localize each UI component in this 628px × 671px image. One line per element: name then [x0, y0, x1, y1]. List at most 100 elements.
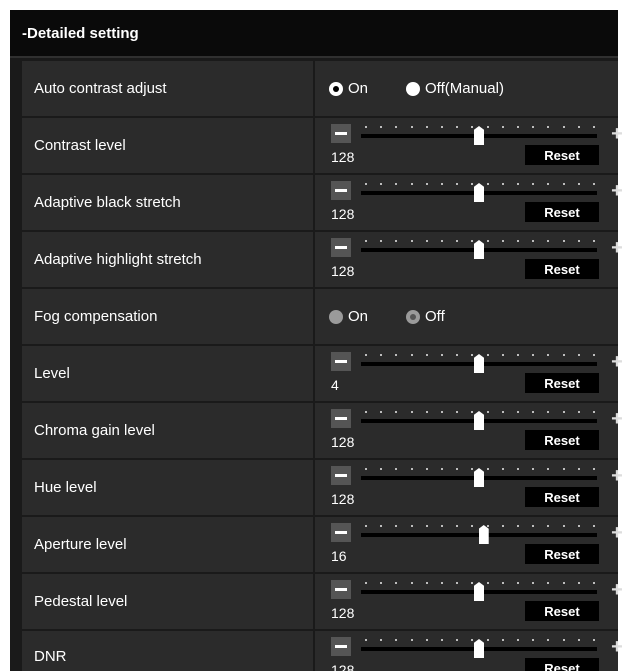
slider-tick: [471, 468, 474, 470]
slider-thumb[interactable]: [474, 639, 484, 658]
slider-tick: [425, 411, 428, 413]
minus-icon[interactable]: [331, 181, 351, 200]
slider-tick: [441, 639, 443, 641]
reset-button[interactable]: Reset: [525, 658, 599, 671]
plus-icon[interactable]: [607, 466, 627, 485]
reset-button[interactable]: Reset: [525, 601, 599, 621]
slider-tick: [547, 639, 550, 641]
slider-track[interactable]: [361, 468, 597, 487]
minus-icon[interactable]: [331, 124, 351, 143]
slider-thumb[interactable]: [478, 525, 489, 544]
slider-tick: [562, 411, 565, 413]
plus-icon[interactable]: [607, 181, 627, 200]
section-header: -Detailed setting: [10, 10, 618, 58]
slider-thumb[interactable]: [474, 468, 484, 487]
minus-icon[interactable]: [331, 466, 351, 485]
slider-value: 16: [331, 548, 347, 564]
slider-tick: [532, 240, 535, 242]
plus-icon[interactable]: [607, 409, 627, 428]
minus-icon[interactable]: [331, 409, 351, 428]
slider-tick: [425, 183, 428, 185]
slider-tick: [532, 411, 535, 413]
slider-tick: [577, 411, 580, 413]
setting-row-aperture-level: Aperture level 16 Reset: [10, 517, 618, 572]
slider-tick: [441, 411, 443, 413]
slider-tick: [577, 468, 580, 470]
reset-button[interactable]: Reset: [525, 145, 599, 165]
slider-contrast-level: 128 Reset: [315, 118, 618, 173]
slider-adaptive-black-stretch: 128 Reset: [315, 175, 618, 230]
reset-button[interactable]: Reset: [525, 259, 599, 279]
slider-tick: [577, 126, 580, 128]
slider-tick: [395, 639, 398, 641]
slider-tick: [410, 126, 413, 128]
slider-tick: [517, 354, 519, 356]
slider-tick: [501, 639, 504, 641]
slider-track[interactable]: [361, 354, 597, 373]
slider-value: 128: [331, 662, 355, 671]
minus-icon[interactable]: [331, 580, 351, 599]
minus-icon[interactable]: [331, 238, 351, 257]
slider-thumb[interactable]: [474, 240, 484, 259]
slider-track[interactable]: [361, 183, 597, 202]
radio-button[interactable]: [329, 81, 343, 96]
slider-track[interactable]: [361, 525, 597, 544]
slider-tick: [501, 126, 504, 128]
slider-tick: [517, 183, 519, 185]
minus-icon[interactable]: [331, 352, 351, 371]
plus-icon[interactable]: [607, 238, 627, 257]
slider-thumb[interactable]: [474, 183, 484, 202]
slider-tick: [562, 525, 565, 527]
minus-icon[interactable]: [331, 637, 351, 656]
slider-tick: [441, 354, 443, 356]
reset-button[interactable]: Reset: [525, 487, 599, 507]
slider-thumb[interactable]: [474, 582, 484, 601]
slider-track[interactable]: [361, 582, 597, 601]
slider-thumb[interactable]: [474, 126, 484, 145]
slider-tick: [486, 411, 489, 413]
reset-button[interactable]: Reset: [525, 373, 599, 393]
radio-label: On: [348, 80, 369, 97]
slider-thumb[interactable]: [474, 411, 484, 430]
slider-tick: [380, 411, 383, 413]
setting-label: Contrast level: [22, 118, 313, 173]
slider-tick: [380, 126, 383, 128]
radio-option-on[interactable]: On: [329, 80, 368, 97]
slider-tick: [577, 354, 580, 356]
setting-row-dnr: DNR 128 Reset: [10, 631, 618, 671]
plus-icon[interactable]: [607, 580, 627, 599]
plus-icon[interactable]: [607, 637, 627, 656]
slider-tick: [425, 525, 428, 527]
slider-tick: [365, 525, 367, 527]
slider-thumb[interactable]: [474, 354, 484, 373]
slider-value: 4: [331, 377, 339, 393]
slider-tick: [577, 183, 580, 185]
setting-control: 128 Reset: [315, 574, 618, 629]
slider-track[interactable]: [361, 639, 597, 658]
slider-track[interactable]: [361, 126, 597, 145]
setting-row-adaptive-black-stretch: Adaptive black stretch 128 Reset: [10, 175, 618, 230]
setting-control: 4 Reset: [315, 346, 618, 401]
setting-row-pedestal-level: Pedestal level 128 Reset: [10, 574, 618, 629]
slider-tick: [441, 183, 443, 185]
slider-tick: [395, 126, 398, 128]
slider-tick: [380, 183, 383, 185]
plus-icon[interactable]: [607, 523, 627, 542]
setting-row-adaptive-highlight-stretch: Adaptive highlight stretch 128 Reset: [10, 232, 618, 287]
minus-icon[interactable]: [331, 523, 351, 542]
reset-button[interactable]: Reset: [525, 430, 599, 450]
reset-button[interactable]: Reset: [525, 202, 599, 222]
slider-track[interactable]: [361, 411, 597, 430]
slider-tick: [471, 411, 474, 413]
slider-tick: [380, 525, 383, 527]
plus-icon[interactable]: [607, 352, 627, 371]
slider-tick: [456, 468, 459, 470]
plus-icon[interactable]: [607, 124, 627, 143]
slider-tick: [532, 525, 535, 527]
setting-row-contrast-level: Contrast level 128 Reset: [10, 118, 618, 173]
reset-button[interactable]: Reset: [525, 544, 599, 564]
slider-tick: [380, 468, 383, 470]
radio-option-off-manual[interactable]: Off(Manual): [406, 80, 504, 97]
slider-track[interactable]: [361, 240, 597, 259]
radio-button[interactable]: [406, 81, 421, 96]
